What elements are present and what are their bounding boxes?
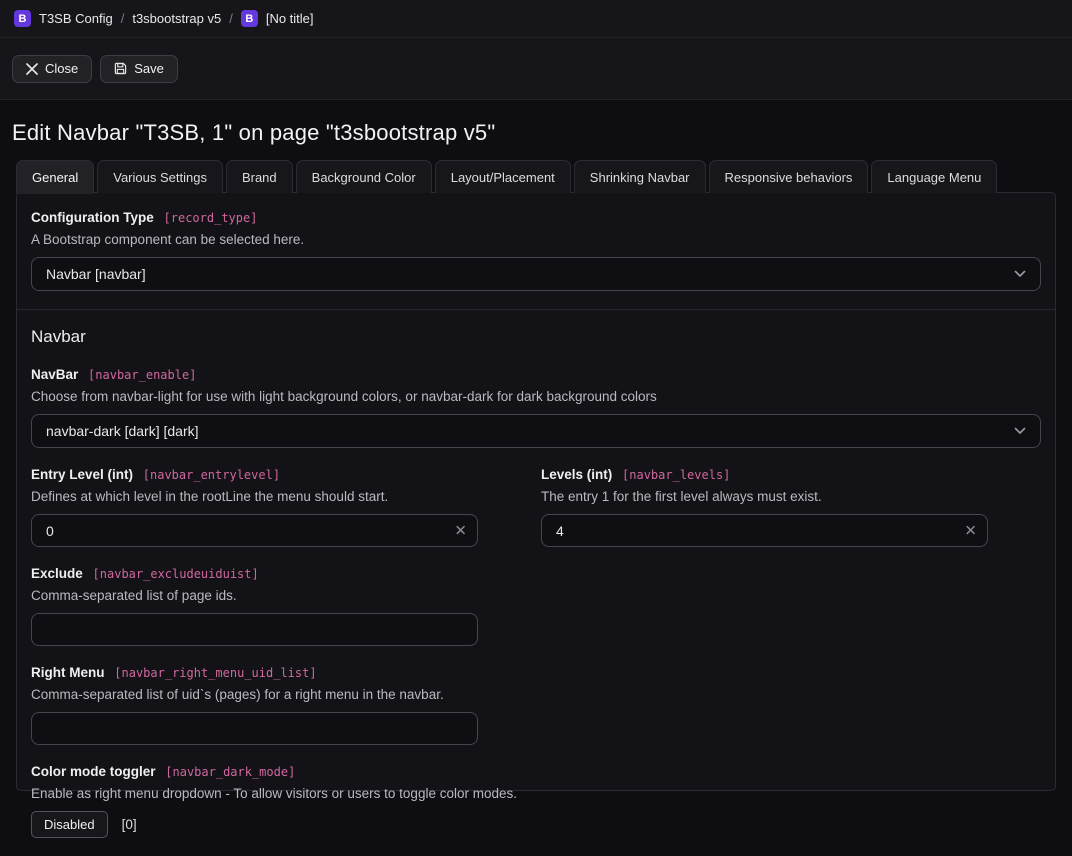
configuration-type-select[interactable]: Navbar [navbar] <box>31 257 1041 291</box>
field-description: Defines at which level in the rootLine t… <box>31 489 478 504</box>
tab-responsive-behaviors[interactable]: Responsive behaviors <box>709 160 869 193</box>
field-description: Choose from navbar-light for use with li… <box>31 389 1041 404</box>
close-icon <box>26 63 38 75</box>
tab-shrinking-navbar[interactable]: Shrinking Navbar <box>574 160 706 193</box>
select-value: navbar-dark [dark] [dark] <box>46 423 199 439</box>
section-configuration-type: Configuration Type [record_type] A Boots… <box>17 193 1055 309</box>
field-description: A Bootstrap component can be selected he… <box>31 232 1041 247</box>
save-button-label: Save <box>134 61 164 76</box>
field-navbar-enable: NavBar [navbar_enable] Choose from navba… <box>31 367 1041 448</box>
doc-header: B T3SB Config / t3sbootstrap v5 / B [No … <box>0 0 1072 100</box>
section-navbar: Navbar NavBar [navbar_enable] Choose fro… <box>17 310 1055 856</box>
field-description: The entry 1 for the first level always m… <box>541 489 988 504</box>
select-value: Navbar [navbar] <box>46 266 146 282</box>
tab-brand[interactable]: Brand <box>226 160 293 193</box>
levels-input[interactable] <box>541 514 988 547</box>
module-body: Edit Navbar "T3SB, 1" on page "t3sbootst… <box>0 100 1072 791</box>
field-description: Comma-separated list of page ids. <box>31 588 1041 603</box>
breadcrumb-separator: / <box>229 11 233 26</box>
save-icon <box>114 62 127 75</box>
field-label: Levels (int) <box>541 467 612 482</box>
breadcrumb-item-record: [No title] <box>266 11 314 26</box>
field-description: Comma-separated list of uid`s (pages) fo… <box>31 687 1041 702</box>
breadcrumb-item-config[interactable]: T3SB Config <box>39 11 113 26</box>
record-type-icon: B <box>241 10 258 27</box>
clear-input-icon[interactable]: ✕ <box>964 523 977 538</box>
close-button-label: Close <box>45 61 78 76</box>
field-levels: Levels (int) [navbar_levels] The entry 1… <box>541 467 988 566</box>
breadcrumb-item-page[interactable]: t3sbootstrap v5 <box>132 11 221 26</box>
tab-background-color[interactable]: Background Color <box>296 160 432 193</box>
field-row: Entry Level (int) [navbar_entrylevel] De… <box>31 467 1041 566</box>
field-label: Configuration Type <box>31 210 154 225</box>
close-button[interactable]: Close <box>12 55 92 83</box>
field-exclude: Exclude [navbar_excludeuiduist] Comma-se… <box>31 566 1041 646</box>
field-label: Exclude <box>31 566 83 581</box>
entry-level-input[interactable] <box>31 514 478 547</box>
field-key: [record_type] <box>164 211 258 225</box>
field-right-menu: Right Menu [navbar_right_menu_uid_list] … <box>31 665 1041 745</box>
tab-various-settings[interactable]: Various Settings <box>97 160 223 193</box>
navbar-enable-select[interactable]: navbar-dark [dark] [dark] <box>31 414 1041 448</box>
field-description: Enable as right menu dropdown - To allow… <box>31 786 1041 801</box>
field-key: [navbar_right_menu_uid_list] <box>114 666 316 680</box>
field-configuration-type: Configuration Type [record_type] A Boots… <box>31 210 1041 291</box>
clear-input-icon[interactable]: ✕ <box>454 523 467 538</box>
tab-layout-placement[interactable]: Layout/Placement <box>435 160 571 193</box>
chevron-down-icon <box>1014 427 1026 435</box>
field-entry-level: Entry Level (int) [navbar_entrylevel] De… <box>31 467 478 547</box>
save-button[interactable]: Save <box>100 55 178 83</box>
tab-bar: General Various Settings Brand Backgroun… <box>16 160 1056 193</box>
color-mode-toggle-button[interactable]: Disabled <box>31 811 108 838</box>
field-key: [navbar_entrylevel] <box>143 468 280 482</box>
color-mode-value: [0] <box>122 817 137 832</box>
breadcrumb-separator: / <box>121 11 125 26</box>
breadcrumb: B T3SB Config / t3sbootstrap v5 / B [No … <box>0 0 1072 38</box>
chevron-down-icon <box>1014 270 1026 278</box>
field-key: [navbar_levels] <box>622 468 730 482</box>
page-title: Edit Navbar "T3SB, 1" on page "t3sbootst… <box>12 120 1056 146</box>
section-title: Navbar <box>31 327 1041 347</box>
exclude-input[interactable] <box>31 613 478 646</box>
field-label: Color mode toggler <box>31 764 156 779</box>
field-key: [navbar_excludeuiduist] <box>93 567 259 581</box>
field-color-mode-toggler: Color mode toggler [navbar_dark_mode] En… <box>31 764 1041 838</box>
tab-language-menu[interactable]: Language Menu <box>871 160 997 193</box>
right-menu-input[interactable] <box>31 712 478 745</box>
record-type-icon: B <box>14 10 31 27</box>
field-key: [navbar_enable] <box>88 368 196 382</box>
tab-general[interactable]: General <box>16 160 94 194</box>
field-label: NavBar <box>31 367 78 382</box>
field-label: Entry Level (int) <box>31 467 133 482</box>
tab-panel-general: Configuration Type [record_type] A Boots… <box>16 192 1056 791</box>
toolbar: Close Save <box>0 38 1072 99</box>
field-key: [navbar_dark_mode] <box>165 765 295 779</box>
field-label: Right Menu <box>31 665 105 680</box>
